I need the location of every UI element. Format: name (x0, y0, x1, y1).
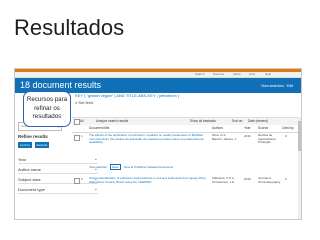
save-button[interactable]: Save (109, 164, 121, 170)
view-abstract-link[interactable]: View abstract (89, 165, 107, 169)
chevron-down-icon: ⌄ (93, 156, 98, 162)
row-authors[interactable]: Kalkreuth, F.O.C., Christensen, J.H. (212, 176, 237, 184)
nav-item-alerts[interactable]: Alerts (233, 72, 241, 76)
set-alert-label: Set feed (78, 100, 94, 105)
show-abstracts-link[interactable]: Show all abstracts (190, 119, 216, 123)
nav-item-sources[interactable]: Sources (213, 72, 224, 76)
row-checkbox[interactable] (74, 135, 80, 141)
related-documents-link[interactable]: Related documents (147, 165, 173, 169)
sort-select[interactable]: Date (newest) (248, 119, 268, 123)
col-authors[interactable]: Authors (212, 126, 223, 130)
chevron-down-icon: ⌄ (93, 186, 98, 192)
row-authors[interactable]: Silva, G.S., Barreto, Santos, J. (212, 133, 237, 141)
facet-label: Subject area (18, 177, 41, 182)
facet-label: Author name (18, 167, 41, 172)
row-actions: View abstract Save View at Publisher Rel… (89, 164, 173, 170)
nav-item-lists[interactable]: Lists (249, 72, 255, 76)
col-source[interactable]: Source (258, 126, 268, 130)
facet-author-name[interactable]: Author name ⌄ (18, 166, 98, 174)
row-year: 2016 (244, 177, 251, 181)
results-count-title: 18 document results (20, 80, 102, 90)
col-cited-by[interactable]: Cited by (282, 126, 294, 130)
select-all-label: All (80, 119, 84, 123)
view-searches-link[interactable]: View searches · Edit (261, 84, 293, 88)
callout-line: Recursos para (26, 96, 68, 104)
callout-line: resultados (32, 113, 62, 121)
row-checkbox[interactable] (74, 178, 80, 184)
nav-item-search[interactable]: Search (195, 72, 205, 76)
column-headers: Document title Authors Year Source Cited… (72, 126, 301, 133)
callout-line: refinar os (34, 104, 60, 112)
row-cited-by: 0 (285, 134, 287, 138)
search-query[interactable]: KEY ( "gelatin vegan" ) AND TITLE-ABS-KE… (75, 93, 179, 98)
sort-label: Sort on: (232, 119, 244, 123)
facet-label: Year (18, 157, 27, 162)
set-alert[interactable]: ●Set feed (75, 100, 93, 105)
refine-title: Refine results (18, 134, 48, 139)
document-title-link[interactable]: Source identification of petroleum hydro… (89, 176, 213, 184)
limit-to-button[interactable]: Limit to (18, 142, 32, 148)
facet-label: Document type (18, 187, 45, 192)
results-toolbar: All Analyze search results Show all abst… (72, 117, 301, 125)
left-refine-panel: Search within results... ⌕ Refine result… (15, 117, 98, 219)
analyze-results-link[interactable]: Analyze search results (96, 119, 128, 123)
document-title-link[interactable]: The effects of the application of petrol… (89, 133, 213, 145)
row-cited-by: 0 (285, 177, 287, 181)
exclude-button[interactable]: Exclude (34, 142, 50, 148)
row-source[interactable]: Revista de Agroindústria Produção (258, 133, 280, 145)
col-document-title[interactable]: Document title (89, 126, 109, 130)
view-at-publisher-link[interactable]: View at Publisher (123, 165, 146, 169)
col-year[interactable]: Year (244, 126, 250, 130)
row-source[interactable]: Journal of Chromatography (258, 176, 280, 184)
row-number: 2 (81, 177, 83, 181)
row-year: 2016 (244, 134, 251, 138)
facet-year[interactable]: Year ⌄ (18, 156, 98, 164)
facet-document-type[interactable]: Document type ⌄ (18, 186, 98, 194)
row-number: 1 (81, 134, 83, 138)
refine-buttons: Limit to Exclude (18, 142, 50, 148)
scrollbar-thumb[interactable] (298, 121, 301, 151)
scrollbar[interactable] (298, 117, 301, 219)
facet-subject-area[interactable]: Subject area ⌄ (18, 176, 98, 184)
slide-title: Resultados (14, 15, 125, 40)
callout-box: Recursos para refinar os resultados (23, 91, 71, 127)
nav-item-help[interactable]: Help (265, 72, 271, 76)
